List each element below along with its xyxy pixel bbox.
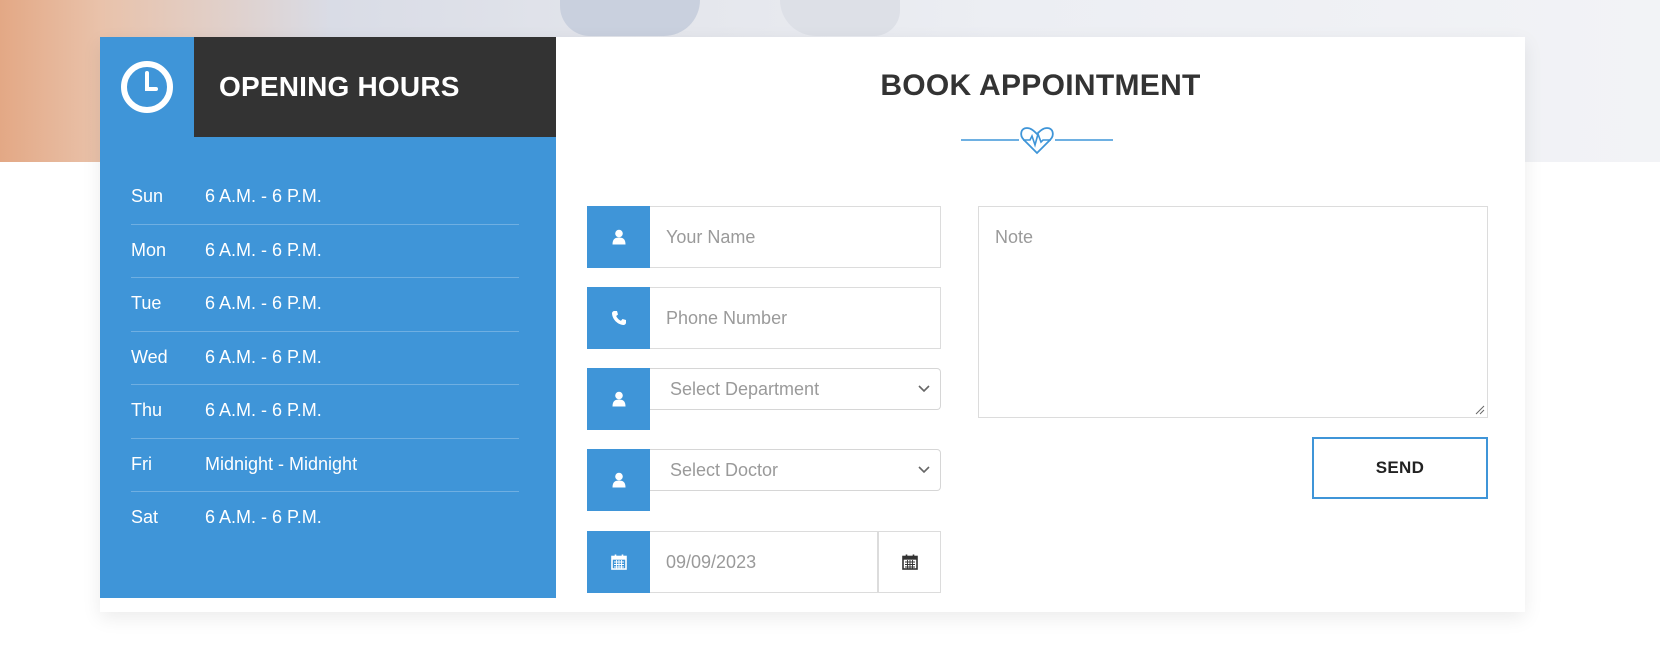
date-picker-button[interactable] <box>878 531 941 593</box>
clock-icon <box>121 61 173 113</box>
date-input[interactable]: 09/09/2023 <box>650 531 878 593</box>
date-icon-cell <box>587 531 650 593</box>
hours-row: Fri Midnight - Midnight <box>131 439 519 492</box>
doctor-select[interactable]: Select Doctor <box>650 449 941 491</box>
hours-value: 6 A.M. - 6 P.M. <box>205 507 322 527</box>
user-icon <box>612 391 625 407</box>
day-label: Fri <box>131 453 152 474</box>
hours-value: 6 A.M. - 6 P.M. <box>205 239 322 260</box>
hours-row: Sun 6 A.M. - 6 P.M. <box>131 185 519 225</box>
department-field: Select Department <box>587 368 941 430</box>
calendar-icon <box>901 554 918 570</box>
phone-icon <box>611 311 626 325</box>
hours-list: Sun 6 A.M. - 6 P.M. Mon 6 A.M. - 6 P.M. … <box>131 185 519 546</box>
phone-input[interactable] <box>666 307 940 329</box>
day-label: Sat <box>131 507 159 527</box>
phone-input-wrapper <box>650 287 941 349</box>
day-label: Sun <box>131 186 164 206</box>
name-input-wrapper <box>650 206 941 268</box>
day-label: Wed <box>131 346 168 367</box>
day-label: Tue <box>131 293 162 313</box>
name-field <box>587 206 941 268</box>
hours-row: Thu 6 A.M. - 6 P.M. <box>131 385 519 439</box>
user-icon <box>612 472 625 488</box>
resize-grip-icon[interactable] <box>1475 405 1485 415</box>
chevron-down-icon <box>918 385 930 393</box>
day-label: Mon <box>131 239 167 260</box>
hours-value: 6 A.M. - 6 P.M. <box>205 400 322 420</box>
heartbeat-icon <box>961 127 1113 155</box>
hours-row: Wed 6 A.M. - 6 P.M. <box>131 332 519 385</box>
hours-value: Midnight - Midnight <box>205 453 358 474</box>
doctor-icon-cell <box>587 449 650 511</box>
opening-hours-header: OPENING HOURS <box>100 37 556 137</box>
appointment-card: OPENING HOURS Sun 6 A.M. - 6 P.M. Mon 6 … <box>100 37 1525 612</box>
department-select[interactable]: Select Department <box>650 368 941 410</box>
user-icon <box>612 229 625 245</box>
book-appointment-title: BOOK APPOINTMENT <box>880 69 1201 102</box>
name-icon-cell <box>587 206 650 268</box>
hours-row: Sat 6 A.M. - 6 P.M. <box>131 492 519 546</box>
department-selected-value: Select Department <box>670 378 820 399</box>
hours-value: 6 A.M. - 6 P.M. <box>205 346 322 367</box>
hours-value: 6 A.M. - 6 P.M. <box>205 293 322 313</box>
name-input[interactable] <box>666 226 940 248</box>
hours-row: Mon 6 A.M. - 6 P.M. <box>131 225 519 278</box>
send-button[interactable]: SEND <box>1312 437 1488 499</box>
hours-row: Tue 6 A.M. - 6 P.M. <box>131 278 519 332</box>
department-icon-cell <box>587 368 650 430</box>
day-label: Thu <box>131 400 163 420</box>
note-placeholder: Note <box>995 227 1034 247</box>
hero-decoration <box>780 0 900 36</box>
opening-hours-title-box: OPENING HOURS <box>194 37 556 137</box>
phone-icon-cell <box>587 287 650 349</box>
doctor-field: Select Doctor <box>587 449 941 511</box>
note-textarea[interactable]: Note <box>978 206 1488 418</box>
doctor-selected-value: Select Doctor <box>670 459 779 480</box>
calendar-icon <box>610 554 627 570</box>
opening-hours-title: OPENING HOURS <box>219 71 460 102</box>
opening-hours-panel: OPENING HOURS Sun 6 A.M. - 6 P.M. Mon 6 … <box>100 37 556 598</box>
hero-decoration <box>560 0 700 36</box>
chevron-down-icon <box>918 466 930 474</box>
date-field: 09/09/2023 <box>587 531 941 593</box>
phone-field <box>587 287 941 349</box>
clock-icon-box <box>100 37 194 137</box>
hours-value: 6 A.M. - 6 P.M. <box>205 186 322 206</box>
